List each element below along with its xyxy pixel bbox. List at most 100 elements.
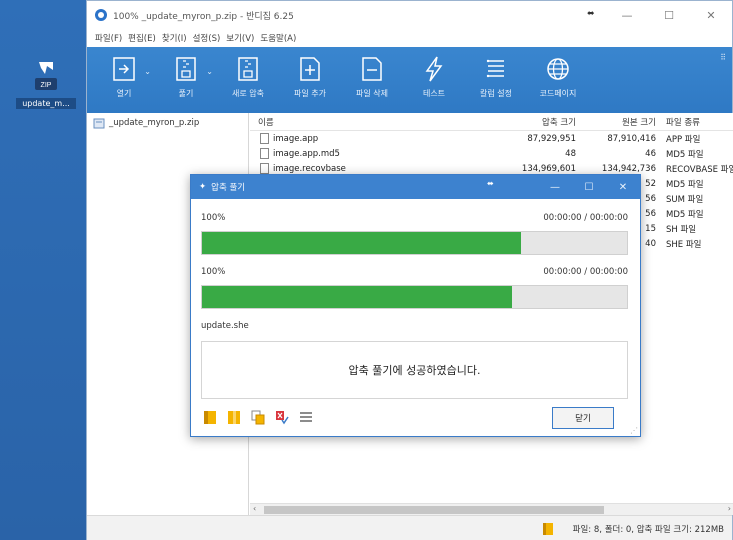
file-icon [260,148,269,159]
desktop-zip-file[interactable]: ZIP update_m... [16,58,76,109]
maximize-button[interactable]: ☐ [648,1,690,29]
compressed-size: 48 [565,148,576,159]
dialog-title: 압축 풀기 [211,183,246,193]
compressed-size: 87,929,951 [527,133,576,144]
status-bar: 파일: 8, 폴더: 0, 압축 파일 크기: 212MB [87,515,732,540]
progress-1-labels: 100% 00:00:00 / 00:00:00 [201,213,628,223]
resize-grip-icon[interactable]: ⋰ [630,426,638,435]
dialog-footer-icons [203,409,313,425]
menu-edit[interactable]: 편집(E) [128,32,156,44]
toolbar-test-button[interactable]: 테스트 [403,47,465,113]
result-message: 압축 풀기에 성공하였습니다. [348,364,481,377]
add-file-icon [300,57,320,81]
progress-1-time: 00:00:00 / 00:00:00 [543,213,628,223]
toolbar-add-file-button[interactable]: 파일 추가 [279,47,341,113]
scroll-left-icon[interactable]: ‹ [253,504,256,513]
open-folder-icon[interactable] [203,409,217,425]
file-type: MD5 파일 [666,149,704,160]
original-size: 134,942,736 [601,163,656,174]
status-text: 파일: 8, 폴더: 0, 압축 파일 크기: 212MB [572,524,724,535]
file-type: SH 파일 [666,224,697,235]
result-message-box: 압축 풀기에 성공하였습니다. [201,341,628,399]
toolbar-more-icon[interactable]: ⠿ [720,53,726,62]
archive-icon [93,118,105,129]
scroll-right-icon[interactable]: › [728,504,731,513]
column-header-type[interactable]: 파일 종류 [662,116,733,128]
toolbar-new-archive-button[interactable]: 새로 압축 [217,47,279,113]
columns-icon [486,59,504,78]
file-icon [260,163,269,174]
menu-view[interactable]: 보기(V) [226,32,254,44]
zip-file-icon: ZIP [31,58,61,94]
drag-grip-icon: ⬌ [587,9,595,19]
table-row[interactable]: image.app.md5 48 46 MD5 파일 [250,146,733,161]
book-icon [542,522,553,535]
toolbar-extract-button[interactable]: ⌄ 풀기 [155,47,217,113]
menu-file[interactable]: 파일(F) [95,32,122,44]
dialog-close-icon[interactable]: ✕ [606,175,640,199]
delete-file-icon [362,57,382,81]
dialog-app-icon: ✦ [199,182,207,192]
file-name: image.app.md5 [273,148,340,159]
toolbar-columns-button[interactable]: 칼럼 설정 [465,47,527,113]
toolbar-new-archive-label: 새로 압축 [232,89,264,98]
scrollbar-thumb[interactable] [264,506,604,514]
list-header: 이름 압축 크기 원본 크기 파일 종류 [250,113,733,131]
toolbar-open-label: 열기 [116,89,132,98]
globe-icon [547,58,569,80]
toolbar: ⌄ 열기 ⌄ 풀기 새로 압축 파일 추가 파일 삭제 테스트 칼럼 설정 코드… [87,47,732,113]
toolbar-delete-file-label: 파일 삭제 [356,89,388,98]
horizontal-scrollbar[interactable]: ‹ › [250,503,733,515]
app-icon [95,9,107,21]
toolbar-delete-file-button[interactable]: 파일 삭제 [341,47,403,113]
close-window-button[interactable]: ✕ [690,1,732,29]
dialog-minimize-button[interactable]: — [538,175,572,199]
tree-root-item[interactable]: _update_myron_p.zip [87,113,248,133]
column-header-compressed[interactable]: 압축 크기 [500,116,580,128]
menu-icon[interactable] [299,409,313,425]
file-icon [260,133,269,144]
extract-dropdown-icon[interactable]: ⌄ [206,67,213,76]
file-type: APP 파일 [666,134,701,145]
open-dropdown-icon[interactable]: ⌄ [144,67,151,76]
file-type: SUM 파일 [666,194,704,205]
table-row[interactable]: image.app 87,929,951 87,910,416 APP 파일 [250,131,733,146]
progress-2-labels: 100% 00:00:00 / 00:00:00 [201,267,628,277]
file-type: RECOVBASE 파일 [666,164,733,175]
toolbar-columns-label: 칼럼 설정 [480,89,512,98]
column-header-original[interactable]: 원본 크기 [580,116,662,128]
column-header-name[interactable]: 이름 [250,116,500,128]
file-type: SHE 파일 [666,239,702,250]
tree-root-label: _update_myron_p.zip [109,118,200,128]
new-archive-icon [238,57,258,81]
progress-bar-1-fill [202,232,521,254]
window-title: 100% _update_myron_p.zip - 반디집 6.25 [113,11,294,22]
folder-icon[interactable] [227,409,241,425]
file-type: MD5 파일 [666,209,704,220]
file-name: image.app [273,133,319,144]
progress-1-percent: 100% [201,213,226,223]
svg-text:ZIP: ZIP [41,82,52,89]
menu-find[interactable]: 찾기(I) [162,32,187,44]
title-bar: 100% _update_myron_p.zip - 반디집 6.25 ⬌ — … [87,1,732,29]
current-file-name: update.she [201,321,249,331]
dialog-maximize-button[interactable]: ☐ [572,175,606,199]
original-size: 87,910,416 [607,133,656,144]
menu-settings[interactable]: 설정(S) [193,32,221,44]
toolbar-codepage-button[interactable]: 코드페이지 [527,47,589,113]
progress-bar-1 [201,231,628,255]
toolbar-open-button[interactable]: ⌄ 열기 [93,47,155,113]
copy-files-icon[interactable] [251,409,265,425]
extract-icon [176,57,196,81]
test-icon [425,56,443,82]
close-button[interactable]: 닫기 [552,407,614,429]
drag-grip-icon: ⬌ [487,179,494,188]
toolbar-codepage-label: 코드페이지 [539,89,577,98]
original-size: 46 [645,148,656,159]
delete-archive-icon[interactable] [275,409,289,425]
minimize-button[interactable]: — [606,1,648,29]
toolbar-test-label: 테스트 [422,89,446,98]
toolbar-add-file-label: 파일 추가 [294,89,326,98]
menu-help[interactable]: 도움말(A) [260,32,296,44]
extract-dialog: ✦ 압축 풀기 ⬌ — ☐ ✕ 100% 00:00:00 / 00:00:00… [190,174,641,437]
